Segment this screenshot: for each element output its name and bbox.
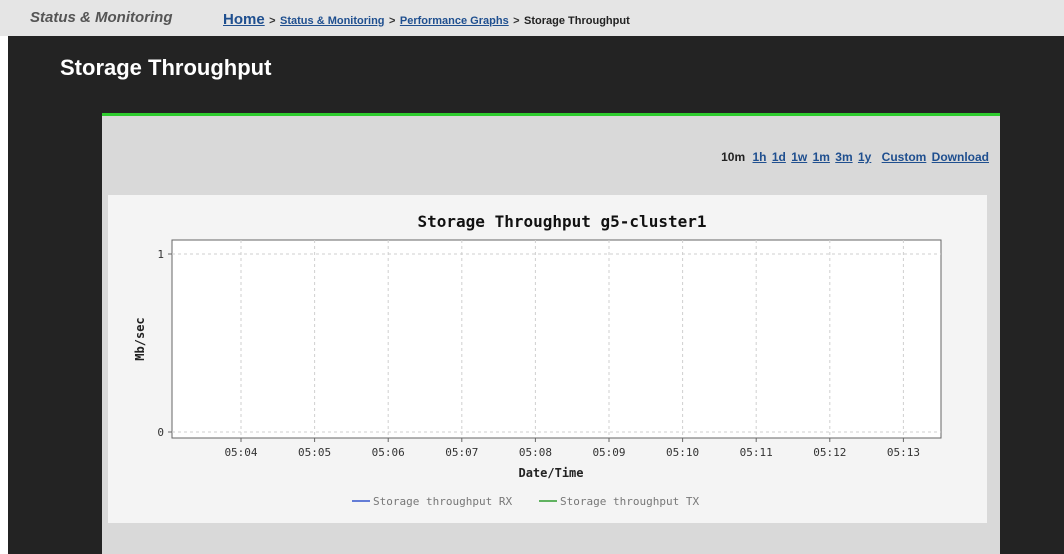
graph-card: Storage Throughput g5-cluster1 05:04 05:0… [108, 195, 987, 523]
section-title: Status & Monitoring [30, 9, 173, 26]
custom-range-link[interactable]: Custom [882, 150, 927, 164]
time-range-current: 10m [721, 150, 746, 164]
time-range-1y-link[interactable]: 1y [858, 150, 871, 164]
breadcrumb-current: Storage Throughput [524, 15, 630, 27]
x-tick-label: 05:04 [224, 446, 257, 459]
throughput-chart: Storage Throughput g5-cluster1 05:04 05:0… [133, 212, 942, 508]
content-area: Storage Throughput 10m 1h 1d 1w 1m 3m 1y… [8, 36, 1064, 554]
y-tick-label: 1 [157, 248, 164, 261]
legend-tx-label: Storage throughput TX [560, 495, 699, 508]
breadcrumb: Home > Status & Monitoring > Performance… [223, 11, 630, 29]
header-bar: Status & Monitoring Home > Status & Moni… [0, 0, 1064, 36]
x-tick-label: 05:08 [519, 446, 552, 459]
chart-legend: Storage throughput RX Storage throughput… [352, 495, 699, 508]
x-tick-label: 05:10 [666, 446, 699, 459]
y-axis-label: Mb/sec [133, 317, 147, 360]
breadcrumb-separator: > [513, 15, 520, 27]
breadcrumb-home-link[interactable]: Home [223, 11, 265, 28]
time-range-1d-link[interactable]: 1d [772, 150, 786, 164]
breadcrumb-separator: > [388, 15, 396, 27]
x-tick-label: 05:11 [740, 446, 773, 459]
legend-rx-label: Storage throughput RX [373, 495, 512, 508]
breadcrumb-separator: > [269, 15, 276, 27]
page-title: Storage Throughput [60, 55, 272, 80]
download-link[interactable]: Download [932, 150, 989, 164]
y-tick-label: 0 [157, 426, 164, 439]
time-range-bar: 10m 1h 1d 1w 1m 3m 1y Custom Download [721, 150, 989, 164]
x-tick-label: 05:06 [372, 446, 405, 459]
x-tick-label: 05:13 [887, 446, 920, 459]
graph-panel: 10m 1h 1d 1w 1m 3m 1y Custom Download St… [102, 113, 1000, 554]
breadcrumb-status-monitoring-link[interactable]: Status & Monitoring [280, 15, 385, 27]
x-tick-label: 05:12 [813, 446, 846, 459]
plot-area [171, 239, 942, 439]
time-range-1h-link[interactable]: 1h [753, 150, 767, 164]
x-tick-label: 05:07 [445, 446, 478, 459]
time-range-1m-link[interactable]: 1m [813, 150, 830, 164]
time-range-3m-link[interactable]: 3m [835, 150, 852, 164]
time-range-1w-link[interactable]: 1w [791, 150, 807, 164]
x-axis-label: Date/Time [518, 466, 583, 480]
breadcrumb-performance-graphs-link[interactable]: Performance Graphs [400, 15, 509, 27]
chart-title: Storage Throughput g5-cluster1 [418, 212, 707, 231]
x-tick-label: 05:05 [298, 446, 331, 459]
x-tick-label: 05:09 [592, 446, 625, 459]
